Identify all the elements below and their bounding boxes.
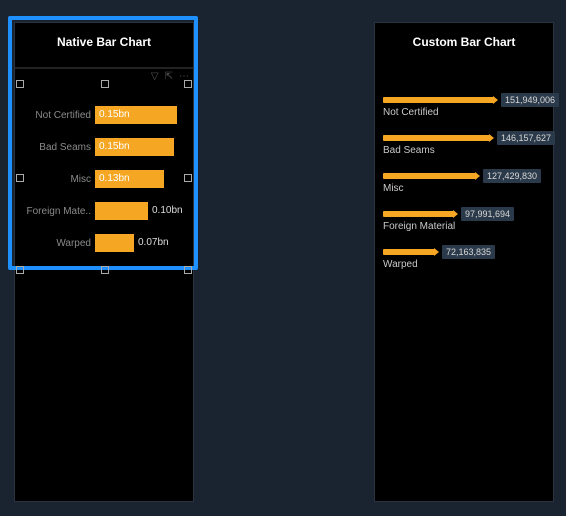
value-label: 0.15bn	[95, 138, 130, 156]
focus-icon[interactable]: ⇱	[165, 71, 173, 82]
value-label: 146,157,627	[497, 131, 555, 145]
bar-wrap: 0.07bn	[95, 234, 193, 252]
divider	[15, 67, 193, 69]
category-label: Bad Seams	[15, 142, 95, 153]
bar[interactable]	[383, 173, 477, 179]
value-label: 151,949,006	[501, 93, 559, 107]
bar[interactable]	[95, 234, 134, 252]
resize-handle-tm[interactable]	[101, 80, 109, 88]
bar-row: Warped 0.07bn	[15, 227, 193, 259]
category-label: Foreign Material	[383, 221, 455, 232]
resize-handle-br[interactable]	[184, 266, 192, 274]
value-label: 72,163,835	[442, 245, 495, 259]
category-label: Misc	[15, 174, 95, 185]
bar-row: Foreign Mate.. 0.10bn	[15, 195, 193, 227]
bar-wrap: 0.15bn	[95, 106, 193, 124]
bar[interactable]	[95, 202, 148, 220]
value-label: 0.13bn	[95, 170, 130, 188]
category-label: Not Certified	[383, 107, 439, 118]
category-label: Foreign Mate..	[15, 206, 95, 217]
category-label: Misc	[383, 183, 404, 194]
bar[interactable]	[383, 97, 495, 103]
value-label: 127,429,830	[483, 169, 541, 183]
custom-bar-chart-panel[interactable]: Custom Bar Chart 151,949,006Not Certifie…	[374, 22, 554, 502]
bar-row: 127,429,830Misc	[383, 173, 545, 207]
value-label: 97,991,694	[461, 207, 514, 221]
bar-row: 97,991,694Foreign Material	[383, 211, 545, 245]
bar-row: Bad Seams0.15bn	[15, 131, 193, 163]
filter-icon[interactable]: ▽	[151, 71, 159, 82]
resize-handle-tl[interactable]	[16, 80, 24, 88]
bar-wrap: 0.13bn	[95, 170, 193, 188]
bar-wrap: 0.15bn	[95, 138, 193, 156]
category-label: Warped	[383, 259, 418, 270]
bar-wrap: 0.10bn	[95, 202, 193, 220]
category-label: Warped	[15, 238, 95, 249]
value-label: 0.10bn	[148, 202, 183, 220]
custom-chart-area: 151,949,006Not Certified 146,157,627Bad S…	[383, 97, 545, 287]
custom-chart-title: Custom Bar Chart	[375, 23, 553, 49]
more-icon[interactable]: ⋯	[179, 71, 189, 82]
native-chart-title: Native Bar Chart	[15, 23, 193, 49]
bar[interactable]	[383, 211, 455, 217]
bar-row: Misc0.13bn	[15, 163, 193, 195]
bar[interactable]	[383, 249, 436, 255]
bar-row: Not Certified0.15bn	[15, 99, 193, 131]
bar-row: 151,949,006Not Certified	[383, 97, 545, 131]
native-bar-chart-panel[interactable]: Native Bar Chart ▽ ⇱ ⋯ Not Certified0.15…	[14, 22, 194, 502]
category-label: Bad Seams	[383, 145, 435, 156]
resize-handle-bl[interactable]	[16, 266, 24, 274]
category-label: Not Certified	[15, 110, 95, 121]
bar-row: 146,157,627Bad Seams	[383, 135, 545, 169]
bar-row: 72,163,835Warped	[383, 249, 545, 283]
resize-handle-bm[interactable]	[101, 266, 109, 274]
value-label: 0.15bn	[95, 106, 130, 124]
native-chart-area: Not Certified0.15bnBad Seams0.15bnMisc0.…	[15, 99, 193, 259]
value-label: 0.07bn	[134, 234, 169, 252]
bar[interactable]	[383, 135, 491, 141]
visual-toolbar: ▽ ⇱ ⋯	[151, 71, 189, 82]
